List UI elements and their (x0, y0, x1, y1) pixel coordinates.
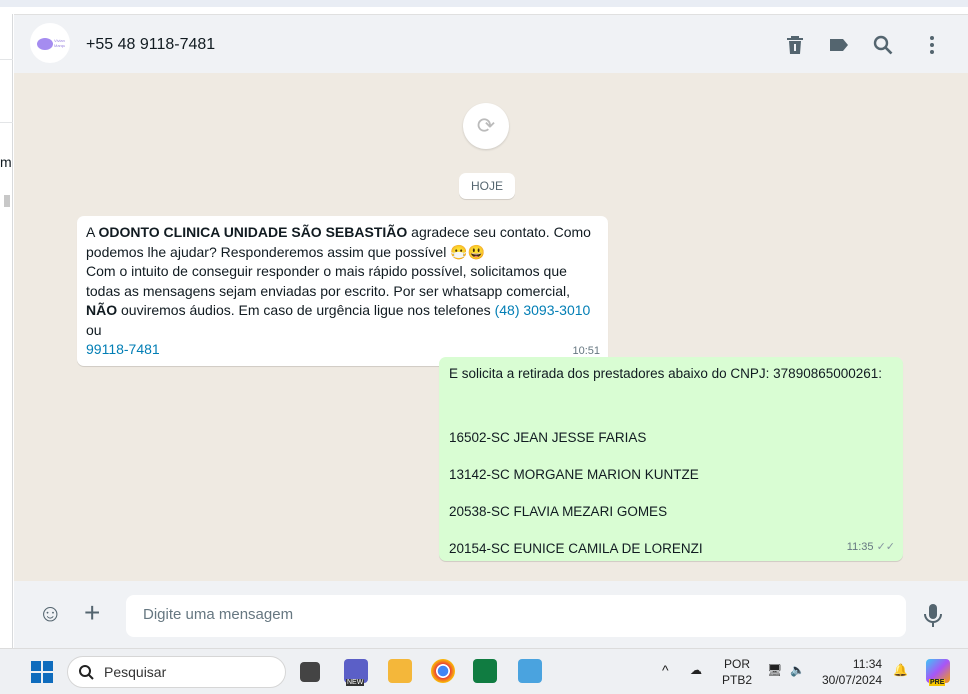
search-icon[interactable] (871, 33, 895, 57)
emoji-icon[interactable]: ☺ (38, 600, 63, 628)
avatar[interactable]: VivianeMarques (30, 23, 70, 63)
taskbar-search[interactable]: Pesquisar (67, 656, 286, 688)
lang-text: POR (724, 657, 751, 671)
copilot-icon[interactable]: PRE (926, 659, 950, 686)
language-indicator[interactable]: POR PTB2 (722, 656, 752, 688)
message-time: 11:35 ✓✓ (847, 538, 895, 557)
svg-text:Marques: Marques (54, 43, 65, 48)
message-text: ouviremos áudios. Em caso de urgência li… (117, 302, 495, 318)
layout-text: PTB2 (722, 673, 753, 687)
contact-name[interactable]: +55 48 9118-7481 (86, 36, 215, 54)
chat-header: VivianeMarques +55 48 9118-7481 (14, 14, 968, 73)
teams-icon[interactable]: NEW (344, 659, 368, 686)
microphone-icon[interactable] (922, 603, 944, 629)
message-bold: ODONTO CLINICA UNIDADE SÃO SEBASTIÃO (98, 224, 408, 240)
search-icon (79, 665, 94, 680)
teams-badge: NEW (346, 679, 365, 686)
double-check-icon: ✓✓ (876, 541, 895, 553)
outgoing-message: E solicita a retirada dos prestadores ab… (439, 357, 903, 561)
taskbar: Pesquisar NEW ^ ☁ POR PTB2 🖥 🔈 11:34 30/07… (0, 648, 968, 694)
message-line: 13142-SC MORGANE MARION KUNTZE (449, 467, 699, 482)
chat-list-partial-text: m (0, 154, 12, 170)
scrollbar[interactable] (4, 195, 10, 207)
message-area: ⟳ HOJE A ODONTO CLINICA UNIDADE SÃO SEBA… (14, 73, 968, 581)
attach-plus-icon[interactable]: + (84, 597, 100, 629)
chevron-up-icon[interactable]: ^ (662, 662, 669, 678)
message-line: 20154-SC EUNICE CAMILA DE LORENZI (449, 541, 703, 556)
divider (0, 122, 13, 123)
message-text: ou (86, 321, 102, 338)
label-icon[interactable] (827, 33, 851, 57)
volume-icon[interactable]: 🔈 (790, 662, 805, 678)
message-text: A (86, 224, 99, 240)
chrome-icon[interactable] (431, 659, 455, 683)
windows-start-icon[interactable] (31, 661, 53, 683)
date: 30/07/2024 (822, 673, 883, 687)
message-text: Com o intuito de conseguir responder o m… (86, 263, 571, 299)
chat-list-pane: m (0, 14, 13, 648)
message-bold: NÃO (86, 302, 118, 318)
incoming-message: A ODONTO CLINICA UNIDADE SÃO SEBASTIÃO a… (77, 216, 608, 366)
onedrive-offline-icon[interactable]: ☁ (690, 662, 702, 678)
divider (0, 59, 13, 60)
message-line: E solicita a retirada dos prestadores ab… (449, 366, 883, 381)
message-input[interactable]: Digite uma mensagem (126, 595, 906, 637)
phone-link[interactable]: 99118-7481 (86, 341, 160, 357)
file-explorer-icon[interactable] (388, 659, 412, 683)
notepad-icon[interactable] (518, 659, 542, 683)
time: 11:34 (852, 657, 883, 671)
message-line: 16502-SC JEAN JESSE FARIAS (449, 430, 647, 445)
search-label: Pesquisar (104, 664, 167, 680)
date-divider: HOJE (459, 173, 516, 199)
trash-icon[interactable] (783, 33, 807, 57)
time-text: 11:35 (846, 541, 874, 553)
notification-bell-icon[interactable]: 🔔 (893, 662, 908, 678)
refresh-icon[interactable]: ⟳ (463, 103, 509, 149)
browser-strip (0, 0, 968, 7)
excel-icon[interactable] (473, 659, 497, 683)
menu-icon[interactable] (920, 33, 944, 57)
phone-link[interactable]: (48) 3093-3010 (495, 302, 591, 318)
network-icon[interactable]: 🖥 (767, 662, 782, 678)
clock[interactable]: 11:34 30/07/2024 (822, 656, 882, 688)
composer: ☺ + Digite uma mensagem (14, 581, 968, 648)
task-view-icon[interactable] (300, 662, 320, 682)
message-line: 20538-SC FLAVIA MEZARI GOMES (449, 504, 668, 519)
copilot-badge: PRE (929, 679, 946, 686)
